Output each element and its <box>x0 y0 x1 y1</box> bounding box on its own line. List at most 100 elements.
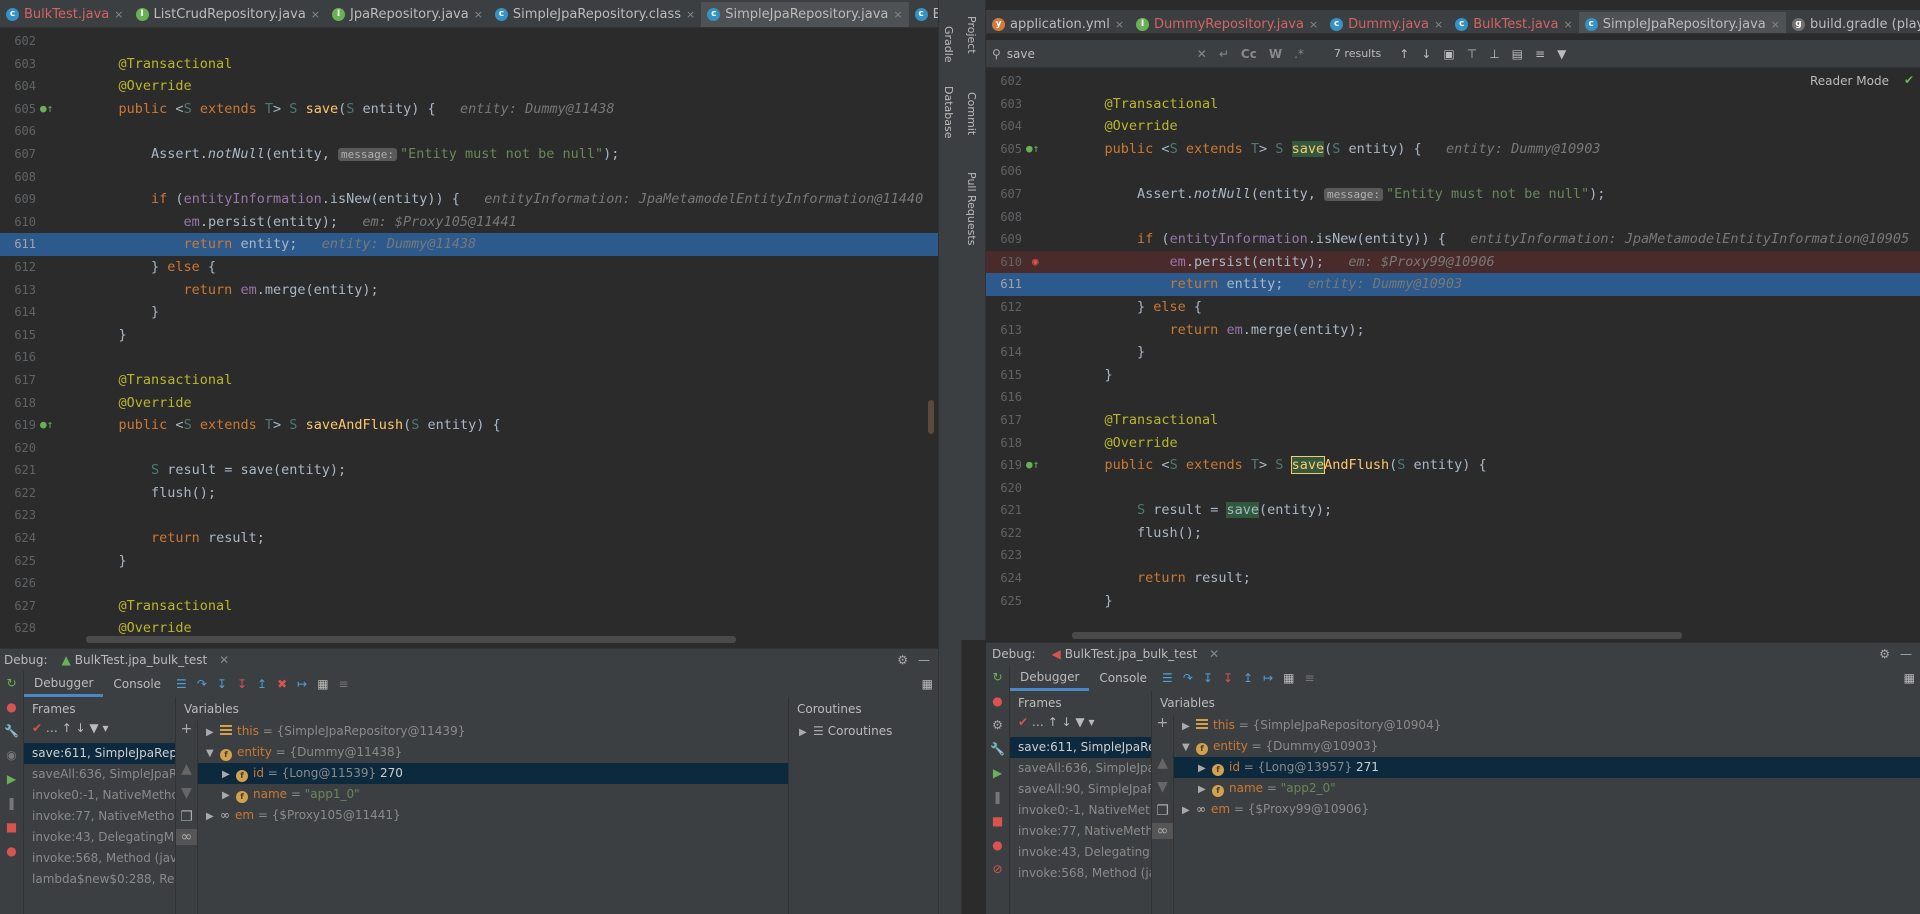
editor-tab[interactable]: I DummyRepository.java × <box>1130 10 1324 33</box>
chevron-down-icon[interactable]: ▼ <box>206 743 220 764</box>
variable-row[interactable]: ▶ f name = "app2_0" <box>1174 778 1920 799</box>
line-number[interactable]: 617 <box>0 369 36 392</box>
variable-row[interactable]: ▶ this = {SimpleJpaRepository@11439} <box>198 721 788 742</box>
code-line[interactable]: 610 ◉ em.persist(entity); em: $Proxy99@10… <box>986 250 1920 274</box>
code-line[interactable]: 603 @Transactional <box>0 53 938 76</box>
tab-debugger[interactable]: Debugger <box>1010 665 1090 691</box>
code-line[interactable]: 605 ●↑ public <S extends T> S save(S enti… <box>986 138 1920 161</box>
line-number[interactable]: 623 <box>0 504 36 527</box>
force-step-into-icon[interactable]: ↧ <box>1223 671 1233 685</box>
line-number[interactable]: 627 <box>0 595 36 618</box>
code-line[interactable]: 606 <box>986 160 1920 183</box>
line-number[interactable]: 616 <box>0 346 36 369</box>
variable-row[interactable]: ▼ f entity = {Dummy@11438} <box>198 742 788 763</box>
editor-tab[interactable]: I ListCrudRepository.java × <box>130 0 327 27</box>
close-tab-icon[interactable]: × <box>114 8 123 21</box>
chevron-right-icon[interactable]: ▶ <box>1182 800 1196 821</box>
variable-row[interactable]: ▶ f id = {Long@11539} 270 <box>198 763 788 784</box>
step-over-icon[interactable]: ↷ <box>1183 671 1193 685</box>
add-watch-icon[interactable]: + <box>1152 715 1173 731</box>
code-line[interactable]: 608 <box>0 166 938 189</box>
stack-frame[interactable]: saveAll:636, SimpleJpaRe <box>24 764 175 785</box>
gear-icon[interactable]: ⚙ <box>1879 647 1890 661</box>
code-line[interactable]: 603 @Transactional <box>986 93 1920 116</box>
wrench-icon[interactable]: 🔧 <box>0 719 23 743</box>
code-line[interactable]: 621 S result = save(entity); <box>986 499 1920 522</box>
line-number[interactable]: 617 <box>986 409 1022 432</box>
line-number[interactable]: 608 <box>0 166 36 189</box>
right-horizontal-scrollbar[interactable] <box>1072 632 1682 639</box>
code-line[interactable]: 614 } <box>0 301 938 324</box>
close-tab-icon[interactable]: × <box>311 8 320 21</box>
regex-icon[interactable]: .* <box>1294 47 1304 61</box>
left-vertical-scrollbar[interactable] <box>928 400 934 434</box>
trace-icon[interactable]: ≡ <box>1304 671 1314 685</box>
line-number[interactable]: 609 <box>986 228 1022 251</box>
chevron-right-icon[interactable]: ▶ <box>1198 758 1212 779</box>
evaluate-icon[interactable]: ▦ <box>1283 671 1294 685</box>
line-number[interactable]: 623 <box>986 544 1022 567</box>
line-number[interactable]: 616 <box>986 386 1022 409</box>
pause-icon[interactable]: ❚ <box>0 791 23 815</box>
stop-icon[interactable]: ■ <box>986 809 1009 833</box>
line-number[interactable]: 626 <box>0 572 36 595</box>
menu-icon[interactable]: ☰ <box>176 677 187 691</box>
code-line[interactable]: 625 } <box>986 590 1920 613</box>
code-line[interactable]: 604 @Override <box>0 75 938 98</box>
wrench-icon[interactable]: 🔧 <box>986 737 1009 761</box>
line-number[interactable]: 614 <box>0 301 36 324</box>
code-line[interactable]: 604 @Override <box>986 115 1920 138</box>
breakpoints-icon[interactable]: ● <box>986 833 1009 857</box>
line-number[interactable]: 620 <box>986 477 1022 500</box>
line-number[interactable]: 604 <box>986 115 1022 138</box>
line-number[interactable]: 618 <box>0 392 36 415</box>
code-line[interactable]: 613 return em.merge(entity); <box>0 279 938 302</box>
variable-row[interactable]: ▶ ∞ em = {$Proxy99@10906} <box>1174 799 1920 820</box>
line-number[interactable]: 607 <box>0 143 36 166</box>
line-number[interactable]: 619 <box>986 454 1022 477</box>
step-into-icon[interactable]: ↧ <box>1203 671 1213 685</box>
down-icon[interactable]: ▼ <box>176 785 197 801</box>
code-line[interactable]: 611 return entity; entity: Dummy@10903 <box>986 273 1920 296</box>
code-line[interactable]: 620 <box>986 477 1920 500</box>
line-number[interactable]: 602 <box>0 30 36 53</box>
filter-icon[interactable]: ▼ <box>1557 47 1566 61</box>
step-out-icon[interactable]: ↥ <box>257 677 267 691</box>
stack-frame[interactable]: save:611, SimpleJpaRep <box>24 743 175 764</box>
code-line[interactable]: 609 if (entityInformation.isNew(entity))… <box>986 228 1920 251</box>
variable-row[interactable]: ▶ this = {SimpleJpaRepository@10904} <box>1174 715 1920 736</box>
implements-method-icon[interactable]: ●↑ <box>1026 138 1039 160</box>
code-line[interactable]: 614 } <box>986 341 1920 364</box>
line-number[interactable]: 604 <box>0 75 36 98</box>
stack-frame[interactable]: invoke0:-1, NativeMethod <box>1010 800 1151 821</box>
line-number[interactable]: 619 <box>0 414 36 437</box>
pause-icon[interactable]: ❚ <box>986 785 1009 809</box>
code-line[interactable]: 618 @Override <box>0 392 938 415</box>
match-case-icon[interactable]: Cc <box>1241 47 1257 61</box>
resume-icon[interactable]: ▶ <box>986 761 1009 785</box>
next-occurrence-icon[interactable]: ↓ <box>1421 47 1431 61</box>
line-number[interactable]: 615 <box>0 324 36 347</box>
close-icon[interactable]: ✕ <box>1209 647 1219 661</box>
tool-stripe-pull-requests[interactable]: Pull Requests <box>965 172 978 245</box>
remove-occurrence-icon[interactable]: ⊥ <box>1489 47 1499 61</box>
tool-stripe-database[interactable]: Database <box>942 86 955 139</box>
code-line[interactable]: 615 } <box>986 364 1920 387</box>
tab-debugger[interactable]: Debugger <box>24 671 104 697</box>
stop-icon[interactable]: ■ <box>0 815 23 839</box>
step-into-icon[interactable]: ↧ <box>217 677 227 691</box>
code-line[interactable]: 623 <box>986 544 1920 567</box>
tab-console[interactable]: Console <box>103 671 171 697</box>
code-line[interactable]: 605 ●↑ public <S extends T> S save(S enti… <box>0 98 938 121</box>
debug-icon[interactable]: ● <box>0 695 23 719</box>
step-over-icon[interactable]: ↷ <box>197 677 207 691</box>
implements-method-icon[interactable]: ●↑ <box>1026 454 1039 476</box>
chevron-down-icon[interactable]: ▼ <box>1182 737 1196 758</box>
chevron-right-icon[interactable]: ▶ <box>222 764 236 785</box>
implements-method-icon[interactable]: ●↑ <box>40 414 53 436</box>
code-line[interactable]: 608 <box>986 206 1920 229</box>
close-tab-icon[interactable]: × <box>1115 18 1124 31</box>
code-line[interactable]: 602 <box>986 70 1920 93</box>
resume-icon[interactable]: ▶ <box>0 767 23 791</box>
line-number[interactable]: 614 <box>986 341 1022 364</box>
